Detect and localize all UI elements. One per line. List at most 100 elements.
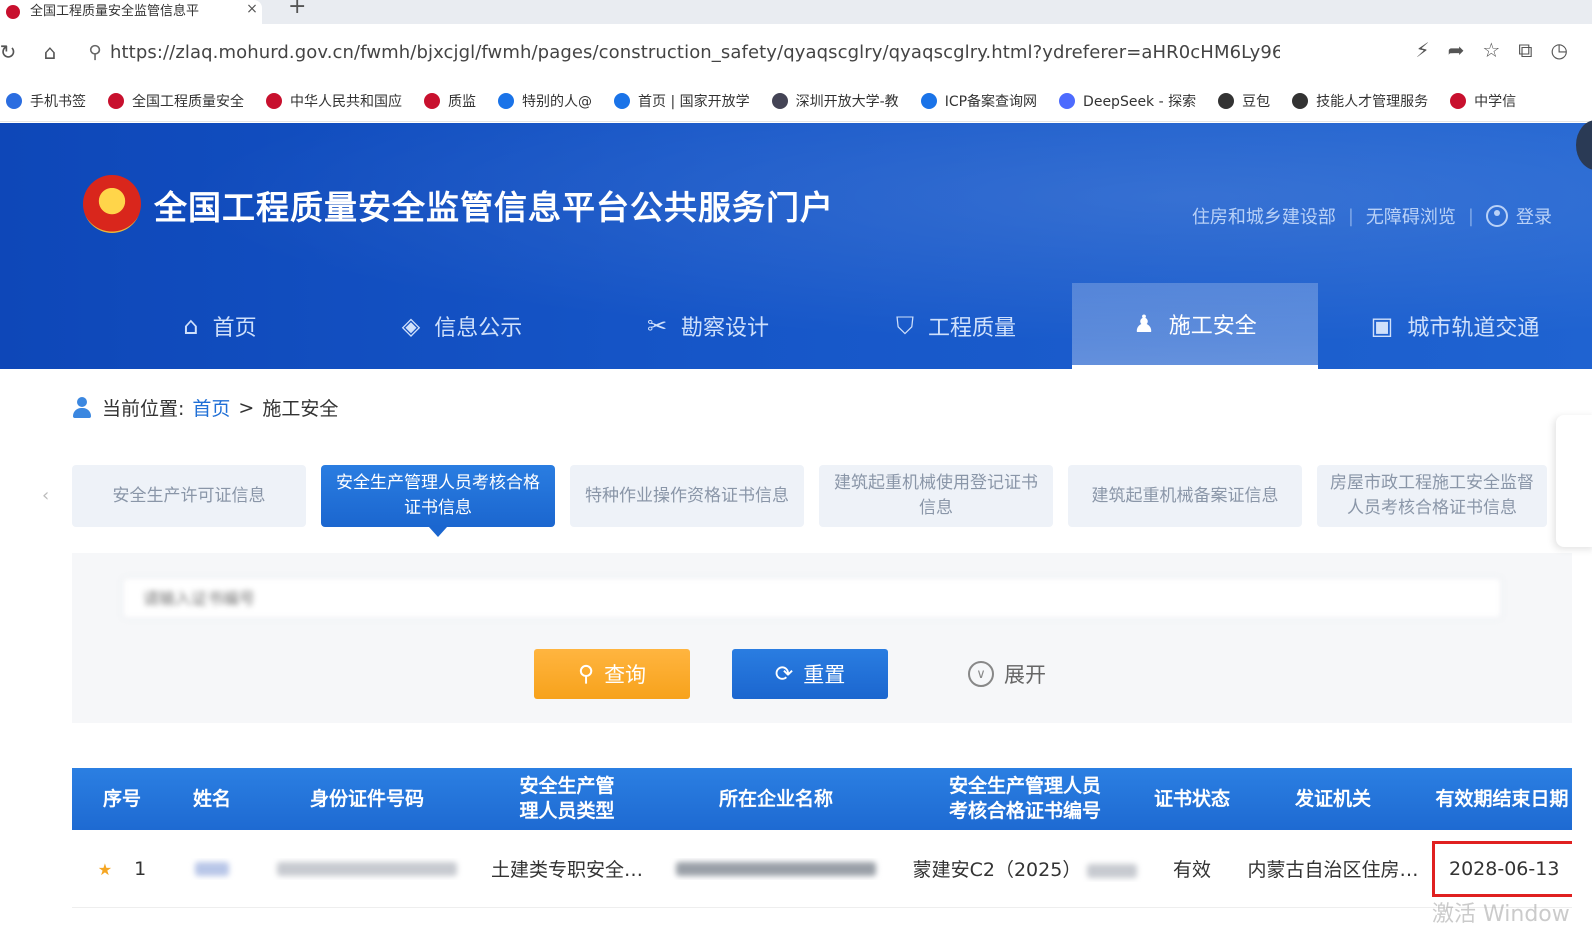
refresh-icon: ⟳ <box>774 661 794 687</box>
header-status: 证书状态 <box>1153 787 1230 810</box>
main-nav: ⌂ 首页 ◈ 信息公示 ✂ 勘察设计 ⛉ 工程质量 ♟ 施工安全 ▣ 城市轨道交通 <box>0 283 1592 369</box>
bookmark-favicon-icon <box>771 92 788 109</box>
table-header: 序号 姓名 身份证件号码 安全生产管理人员类型 所在企业名称 安全生产管理人员考… <box>72 768 1572 830</box>
bookmark-favicon-icon <box>266 92 282 109</box>
row-end-date: 2028-06-13 <box>1432 840 1572 897</box>
nav-item-shield[interactable]: ⛉ 工程质量 <box>846 283 1066 369</box>
bookmark-item[interactable]: 深圳开放大学-教 <box>771 91 899 111</box>
bookmark-favicon-icon <box>920 92 937 109</box>
activation-watermark: 激活 Window <box>1432 902 1570 927</box>
bookmark-label: 首页 | 国家开放学 <box>638 93 750 110</box>
breadcrumb-current: 施工安全 <box>262 398 339 420</box>
tab-safety-license[interactable]: 安全生产许可证信息 <box>72 465 306 527</box>
bookmark-favicon-icon <box>1450 92 1467 109</box>
bookmark-item[interactable]: 手机书签 <box>6 91 86 111</box>
breadcrumb-home-link[interactable]: 首页 <box>192 394 230 421</box>
row-name-blurred <box>172 858 252 880</box>
bookmark-item[interactable]: 技能人才管理服务 <box>1292 91 1428 111</box>
row-status: 有效 <box>1172 859 1211 881</box>
bookmark-favicon-icon <box>498 92 514 109</box>
tab-special-operation-certificate[interactable]: 特种作业操作资格证书信息 <box>570 465 804 527</box>
query-button[interactable]: ⚲ 查询 <box>534 649 690 699</box>
bookmark-item[interactable]: ICP备案查询网 <box>920 91 1038 111</box>
train-icon: ▣ <box>1370 312 1394 340</box>
header-name: 姓名 <box>192 787 231 810</box>
browser-tab[interactable]: 全国工程质量安全监管信息平 × <box>0 0 262 24</box>
nav-item-label: 城市轨道交通 <box>1407 316 1540 341</box>
bookmark-item[interactable]: 特别的人@ <box>498 91 592 111</box>
tab-safety-manager-certificate[interactable]: 安全生产管理人员考核合格证书信息 <box>321 465 555 537</box>
home-button-icon[interactable]: ⌂ <box>36 38 64 66</box>
row-certificate-number: 蒙建安C2（2025） <box>912 859 1082 881</box>
chevron-down-icon: ∨ <box>968 661 994 687</box>
tab-crane-filing[interactable]: 建筑起重机械备案证信息 <box>1068 465 1302 527</box>
nav-item-info[interactable]: ◈ 信息公示 <box>352 283 572 369</box>
nav-item-label: 首页 <box>212 316 257 341</box>
bookmark-favicon-icon <box>614 92 630 109</box>
extensions-icon[interactable]: ⧉ <box>1518 38 1532 62</box>
table-row[interactable]: ★ 1 土建类专职安全… 蒙建安C2（2025） 有效 内蒙古自治区住房… 20… <box>72 830 1572 908</box>
tab-supervisor-certificate[interactable]: 房屋市政工程施工安全监督人员考核合格证书信息 <box>1317 465 1547 527</box>
browser-tab-bar: 全国工程质量安全监管信息平 × + <box>0 0 1592 24</box>
url-text[interactable]: https://zlaq.mohurd.gov.cn/fwmh/bjxcjgl/… <box>110 42 1280 63</box>
bookmark-item[interactable]: 全国工程质量安全 <box>108 91 244 111</box>
search-icon: ⚲ <box>88 41 102 63</box>
share-icon[interactable]: ➦ <box>1448 38 1465 62</box>
row-company-blurred <box>652 858 900 880</box>
search-icon: ⚲ <box>577 661 595 687</box>
breadcrumb-separator: > <box>238 396 255 419</box>
tab-close-icon[interactable]: × <box>242 1 262 17</box>
star-icon[interactable]: ★ <box>98 860 112 879</box>
bookmark-label: 质监 <box>448 93 476 110</box>
bookmark-label: 特别的人@ <box>522 93 592 110</box>
reset-button[interactable]: ⟳ 重置 <box>732 649 888 699</box>
login-link[interactable]: 登录 <box>1516 203 1552 229</box>
worker-icon: ♟ <box>1133 310 1155 338</box>
home-icon: ⌂ <box>183 312 199 340</box>
bookmark-item[interactable]: 质监 <box>424 91 476 111</box>
breadcrumb-prefix: 当前位置: <box>102 398 185 420</box>
bookmark-label: ICP备案查询网 <box>944 93 1038 110</box>
nav-item-worker[interactable]: ♟ 施工安全 <box>1072 283 1318 369</box>
lightning-icon[interactable]: ⚡ <box>1416 38 1430 62</box>
results-table: 序号 姓名 身份证件号码 安全生产管理人员类型 所在企业名称 安全生产管理人员考… <box>72 768 1572 908</box>
star-icon[interactable]: ☆ <box>1482 38 1500 62</box>
bookmark-favicon-icon <box>108 92 124 109</box>
shield-icon: ⛉ <box>895 312 914 340</box>
scroll-left-icon[interactable]: ‹ <box>42 485 49 506</box>
nav-item-train[interactable]: ▣ 城市轨道交通 <box>1318 283 1592 369</box>
reset-label: 重置 <box>803 663 846 687</box>
search-input[interactable] <box>122 577 1502 619</box>
bookmark-label: 中华人民共和国应 <box>290 93 402 110</box>
side-float-panel[interactable] <box>1556 415 1592 547</box>
bookmark-label: 技能人才管理服务 <box>1316 93 1429 110</box>
history-icon[interactable]: ◷ <box>1551 38 1568 62</box>
reload-icon[interactable]: ↻ <box>0 38 22 66</box>
bookmark-item[interactable]: 首页 | 国家开放学 <box>614 91 750 111</box>
national-emblem-logo <box>83 175 141 233</box>
bookmark-favicon-icon <box>6 92 22 109</box>
header-manager-type: 安全生产管理人员类型 <box>519 775 615 822</box>
bookmark-favicon-icon <box>1292 92 1309 109</box>
bookmark-item[interactable]: 豆包 <box>1218 91 1270 111</box>
address-bar[interactable]: ⚲ https://zlaq.mohurd.gov.cn/fwmh/bjxcjg… <box>80 34 1300 70</box>
header-id-number: 身份证件号码 <box>309 787 424 810</box>
nav-item-tools[interactable]: ✂ 勘察设计 <box>598 283 818 369</box>
bookmark-label: 深圳开放大学-教 <box>795 93 899 110</box>
bookmark-item[interactable]: 中学信 <box>1450 91 1516 111</box>
tools-icon: ✂ <box>646 312 668 340</box>
bookmark-item[interactable]: DeepSeek - 探索 <box>1059 91 1196 111</box>
bookmark-item[interactable]: 中华人民共和国应 <box>266 91 402 111</box>
top-links: 住房和城乡建设部 | 无障碍浏览 | 登录 <box>1192 203 1552 229</box>
row-id-blurred <box>252 858 482 880</box>
nav-item-label: 信息公示 <box>434 316 523 341</box>
tab-crane-registration[interactable]: 建筑起重机械使用登记证书信息 <box>819 465 1053 527</box>
nav-item-home[interactable]: ⌂ 首页 <box>110 283 330 369</box>
bookmark-favicon-icon <box>1218 92 1235 109</box>
site-favicon-icon <box>6 5 20 19</box>
ministry-link[interactable]: 住房和城乡建设部 <box>1192 203 1336 229</box>
header-end-date: 有效期结束日期 <box>1435 787 1569 810</box>
expand-button[interactable]: ∨ 展开 <box>932 649 1082 699</box>
accessibility-link[interactable]: 无障碍浏览 <box>1366 203 1456 229</box>
new-tab-button[interactable]: + <box>288 0 306 19</box>
